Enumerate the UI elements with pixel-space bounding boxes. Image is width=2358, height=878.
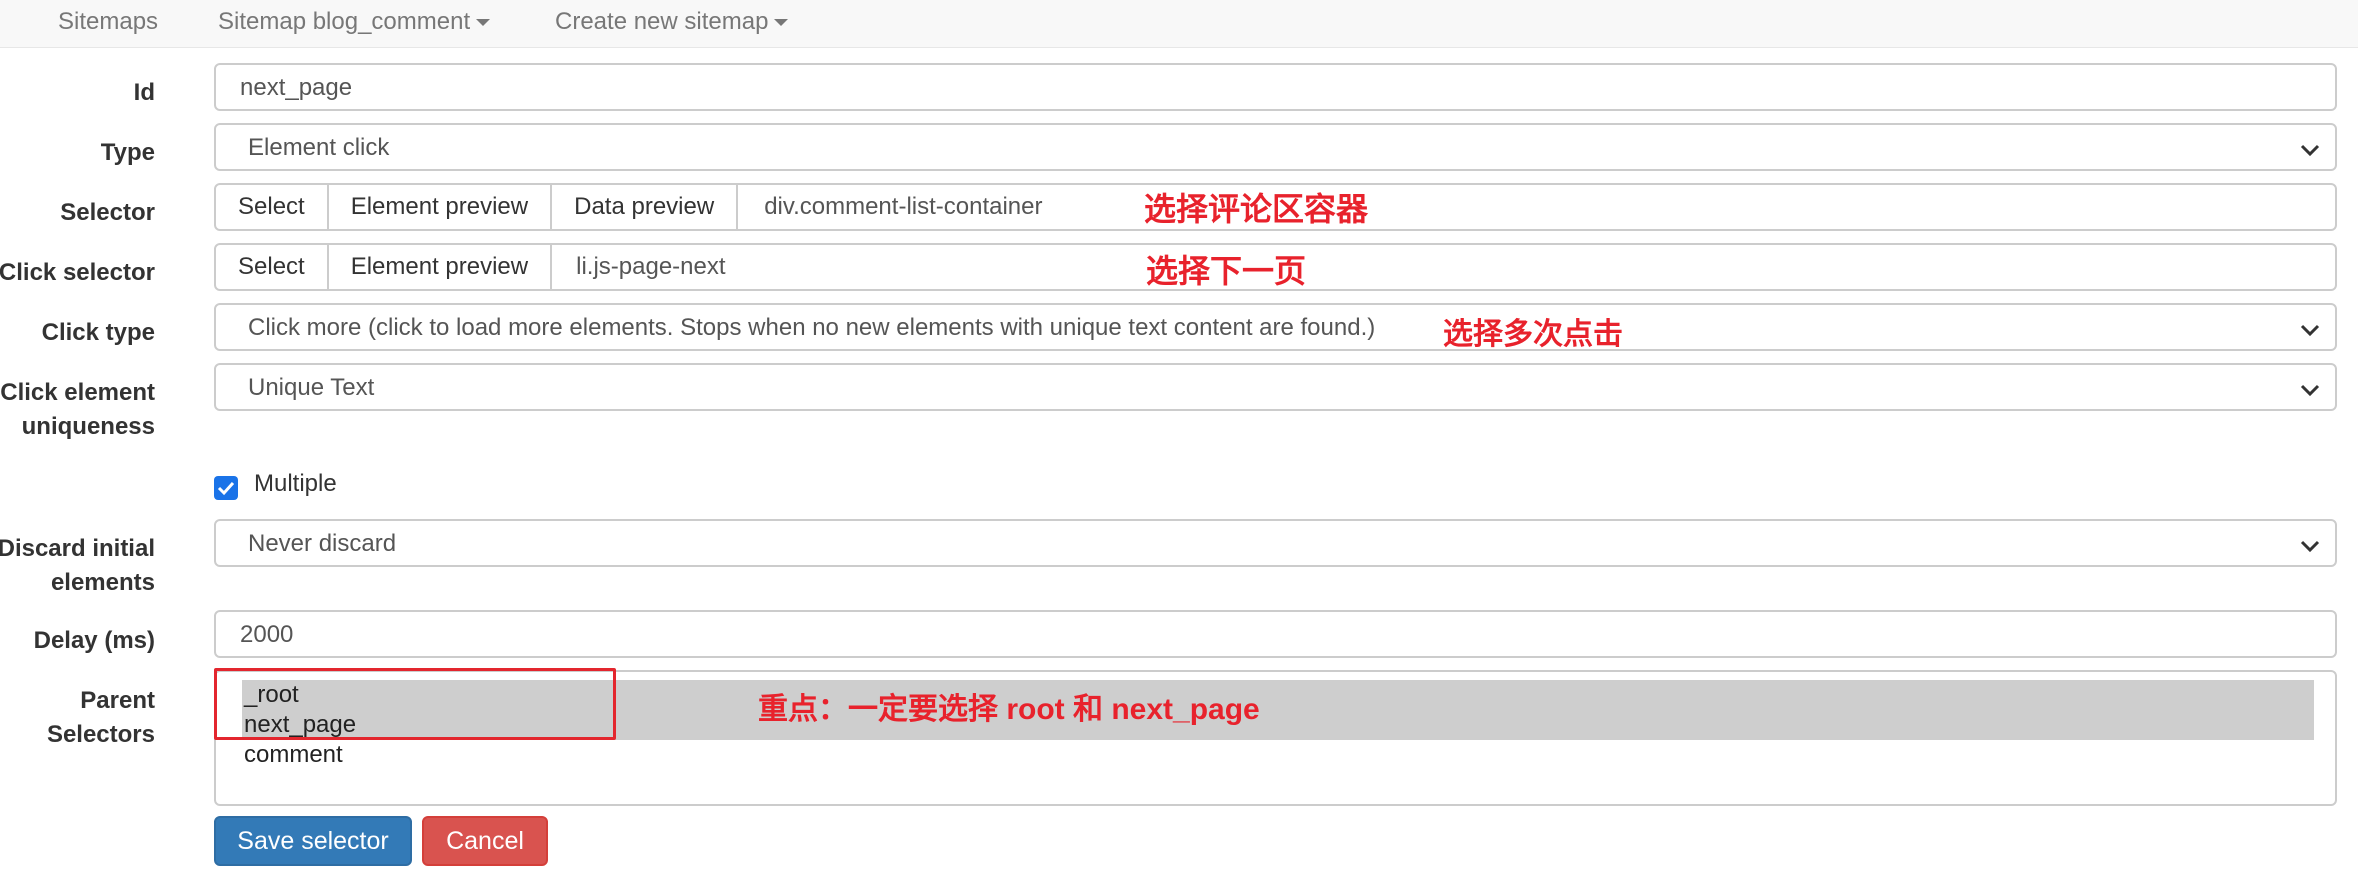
chevron-down-icon — [2300, 324, 2320, 337]
click-selector-element-preview-button[interactable]: Element preview — [329, 245, 553, 289]
caret-down-icon — [774, 19, 789, 27]
discard-value: Never discard — [248, 530, 397, 557]
top-navbar: Sitemaps Sitemap blog_comment Create new… — [0, 0, 2358, 48]
annotation-click-selector: 选择下一页 — [1146, 253, 1307, 289]
nav-sitemap-dropdown[interactable]: Sitemap blog_comment — [218, 8, 491, 36]
id-input[interactable]: next_page — [214, 63, 2337, 111]
multiple-label: Multiple — [254, 470, 337, 497]
click-type-value: Click more (click to load more elements.… — [248, 314, 1376, 341]
nav-sitemaps[interactable]: Sitemaps — [58, 8, 158, 36]
annotation-parent-selectors: 重点：一定要选择 root 和 next_page — [758, 693, 1260, 726]
chevron-down-icon — [2300, 144, 2320, 157]
type-value: Element click — [248, 134, 390, 161]
click-type-label: Click type — [41, 319, 155, 346]
selector-select-button[interactable]: Select — [216, 185, 329, 229]
nav-create-dropdown[interactable]: Create new sitemap — [555, 8, 789, 36]
parent-option-comment[interactable]: comment — [244, 740, 343, 770]
nav-sitemap-label: Sitemap blog_comment — [218, 8, 471, 35]
discard-label-line1: Discard initial — [0, 535, 155, 562]
selector-input[interactable]: div.comment-list-container — [738, 185, 1042, 229]
click-selector-label: Click selector — [0, 259, 155, 286]
discard-label-line2: elements — [50, 569, 155, 596]
save-selector-button[interactable]: Save selector — [214, 816, 412, 866]
click-selector-input[interactable]: li.js-page-next — [552, 245, 725, 289]
cancel-button[interactable]: Cancel — [422, 816, 548, 866]
delay-label: Delay (ms) — [33, 627, 155, 654]
id-label: Id — [133, 79, 155, 106]
chevron-down-icon — [2300, 540, 2320, 553]
id-value: next_page — [240, 74, 353, 101]
multiple-checkbox[interactable] — [214, 476, 238, 500]
click-uniqueness-label-line2: uniqueness — [21, 413, 155, 440]
click-type-select[interactable]: Click more (click to load more elements.… — [214, 303, 2337, 351]
chevron-down-icon — [2300, 384, 2320, 397]
nav-create-label: Create new sitemap — [555, 8, 769, 35]
click-uniqueness-select[interactable]: Unique Text — [214, 363, 2337, 411]
caret-down-icon — [476, 19, 491, 27]
delay-value: 2000 — [240, 621, 294, 648]
discard-select[interactable]: Never discard — [214, 519, 2337, 567]
selector-label: Selector — [60, 199, 155, 226]
click-uniqueness-label-line1: Click element — [0, 379, 155, 406]
parent-selectors-label-line2: Selectors — [46, 721, 155, 748]
type-label: Type — [100, 139, 155, 166]
selector-data-preview-button[interactable]: Data preview — [552, 185, 739, 229]
selector-element-preview-button[interactable]: Element preview — [329, 185, 553, 229]
annotation-click-type: 选择多次点击 — [1443, 318, 1623, 351]
checkmark-icon — [217, 481, 235, 496]
annotation-highlight-box — [214, 668, 616, 740]
parent-selectors-label-line1: Parent — [80, 687, 155, 714]
click-uniqueness-value: Unique Text — [248, 374, 375, 401]
annotation-selector: 选择评论区容器 — [1144, 191, 1369, 227]
delay-input[interactable]: 2000 — [214, 610, 2337, 658]
click-selector-select-button[interactable]: Select — [216, 245, 329, 289]
type-select[interactable]: Element click — [214, 123, 2337, 171]
